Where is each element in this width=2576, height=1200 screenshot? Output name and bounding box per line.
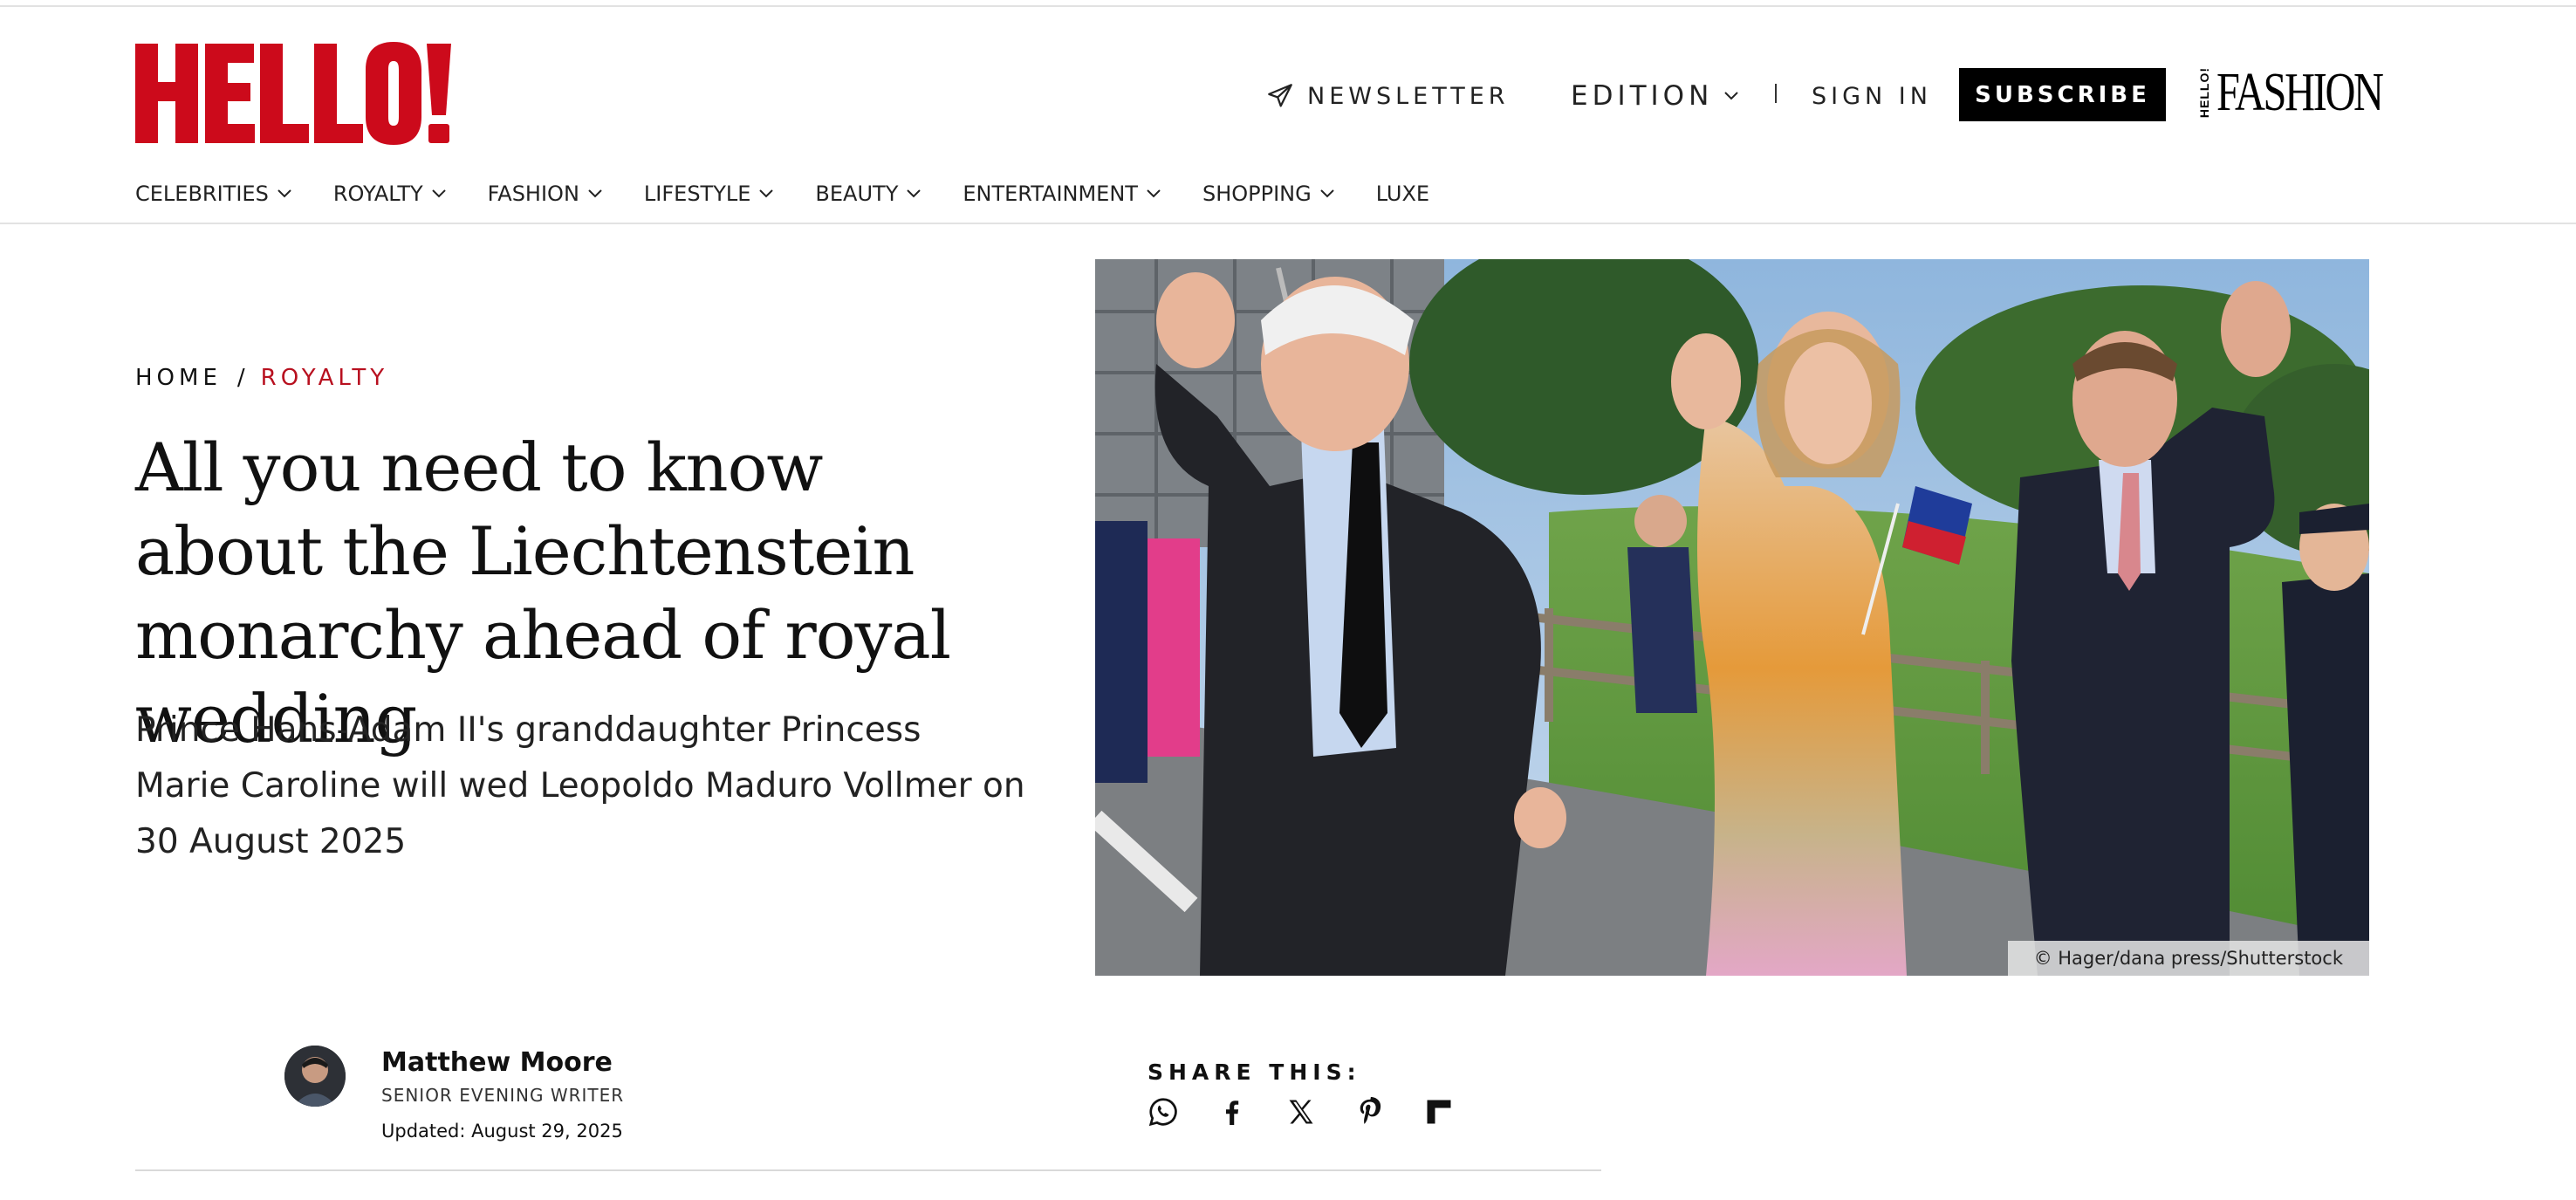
sign-in-link[interactable]: SIGN IN bbox=[1812, 70, 1932, 122]
share-icons bbox=[1148, 1096, 1455, 1128]
hello-logo[interactable] bbox=[135, 42, 451, 145]
fashion-logo-word: FASHION bbox=[2216, 63, 2384, 122]
chevron-down-icon bbox=[1724, 92, 1738, 100]
nav-divider bbox=[0, 223, 2576, 224]
nav-item-label: LIFESTYLE bbox=[643, 182, 751, 206]
author-avatar[interactable] bbox=[284, 1046, 346, 1107]
nav-item-shopping[interactable]: SHOPPING bbox=[1202, 182, 1335, 206]
chevron-down-icon bbox=[277, 189, 291, 198]
breadcrumb: HOME / ROYALTY bbox=[135, 365, 388, 391]
nav-item-label: CELEBRITIES bbox=[135, 182, 269, 206]
flipboard-icon[interactable] bbox=[1423, 1096, 1455, 1128]
article-standfirst: Prince Hans-Adam II's granddaughter Prin… bbox=[135, 710, 1025, 861]
byline-divider bbox=[135, 1169, 1601, 1171]
x-icon[interactable] bbox=[1285, 1096, 1317, 1128]
main-nav: CELEBRITIES ROYALTY FASHION LIFESTYLE BEAUTY… bbox=[135, 175, 1470, 213]
header-separator bbox=[1775, 84, 1777, 103]
image-credit: © Hager/dana press/Shutterstock bbox=[2007, 941, 2369, 976]
author-role: SENIOR EVENING WRITER bbox=[381, 1085, 625, 1106]
nav-item-label: BEAUTY bbox=[815, 182, 899, 206]
facebook-icon[interactable] bbox=[1216, 1096, 1248, 1128]
newsletter-link[interactable]: NEWSLETTER bbox=[1265, 70, 1510, 122]
hero-photo bbox=[1095, 259, 2369, 976]
top-rule bbox=[0, 5, 2576, 7]
newsletter-label: NEWSLETTER bbox=[1307, 82, 1510, 110]
hello-fashion-logo[interactable]: HELLO! FASHION bbox=[2197, 63, 2429, 122]
paper-plane-icon bbox=[1268, 84, 1292, 107]
breadcrumb-home[interactable]: HOME bbox=[135, 365, 222, 391]
chevron-down-icon bbox=[588, 189, 602, 198]
nav-item-label: SHOPPING bbox=[1202, 182, 1312, 206]
nav-item-lifestyle[interactable]: LIFESTYLE bbox=[644, 182, 775, 206]
edition-dropdown[interactable]: EDITION bbox=[1571, 70, 1739, 122]
chevron-down-icon bbox=[431, 189, 446, 198]
share-label: SHARE THIS: bbox=[1148, 1059, 1361, 1085]
nav-item-label: ROYALTY bbox=[332, 182, 423, 206]
fashion-logo-mini: HELLO! bbox=[2197, 66, 2211, 119]
nav-item-celebrities[interactable]: CELEBRITIES bbox=[135, 182, 292, 206]
hello-logo-mark bbox=[135, 42, 451, 145]
edition-label: EDITION bbox=[1571, 80, 1714, 112]
chevron-down-icon bbox=[907, 189, 921, 198]
author-name[interactable]: Matthew Moore bbox=[381, 1047, 613, 1078]
hero-image: © Hager/dana press/Shutterstock bbox=[1095, 259, 2369, 976]
pinterest-icon[interactable] bbox=[1354, 1096, 1386, 1128]
breadcrumb-royalty[interactable]: ROYALTY bbox=[261, 365, 388, 391]
sign-in-label: SIGN IN bbox=[1812, 82, 1932, 110]
nav-item-label: ENTERTAINMENT bbox=[963, 182, 1138, 206]
nav-item-fashion[interactable]: FASHION bbox=[488, 182, 603, 206]
breadcrumb-separator: / bbox=[236, 365, 245, 391]
nav-item-beauty[interactable]: BEAUTY bbox=[815, 182, 921, 206]
updated-date: Updated: August 29, 2025 bbox=[381, 1121, 623, 1142]
chevron-down-icon bbox=[1147, 189, 1161, 198]
nav-item-entertainment[interactable]: ENTERTAINMENT bbox=[963, 182, 1161, 206]
chevron-down-icon bbox=[1320, 189, 1334, 198]
avatar-photo bbox=[284, 1046, 346, 1107]
subscribe-button[interactable]: SUBSCRIBE bbox=[1959, 68, 2166, 121]
nav-item-label: LUXE bbox=[1375, 182, 1430, 206]
chevron-down-icon bbox=[759, 189, 774, 198]
nav-item-luxe[interactable]: LUXE bbox=[1376, 182, 1429, 206]
nav-item-label: FASHION bbox=[487, 182, 579, 206]
nav-item-royalty[interactable]: ROYALTY bbox=[333, 182, 447, 206]
whatsapp-icon[interactable] bbox=[1148, 1096, 1179, 1128]
